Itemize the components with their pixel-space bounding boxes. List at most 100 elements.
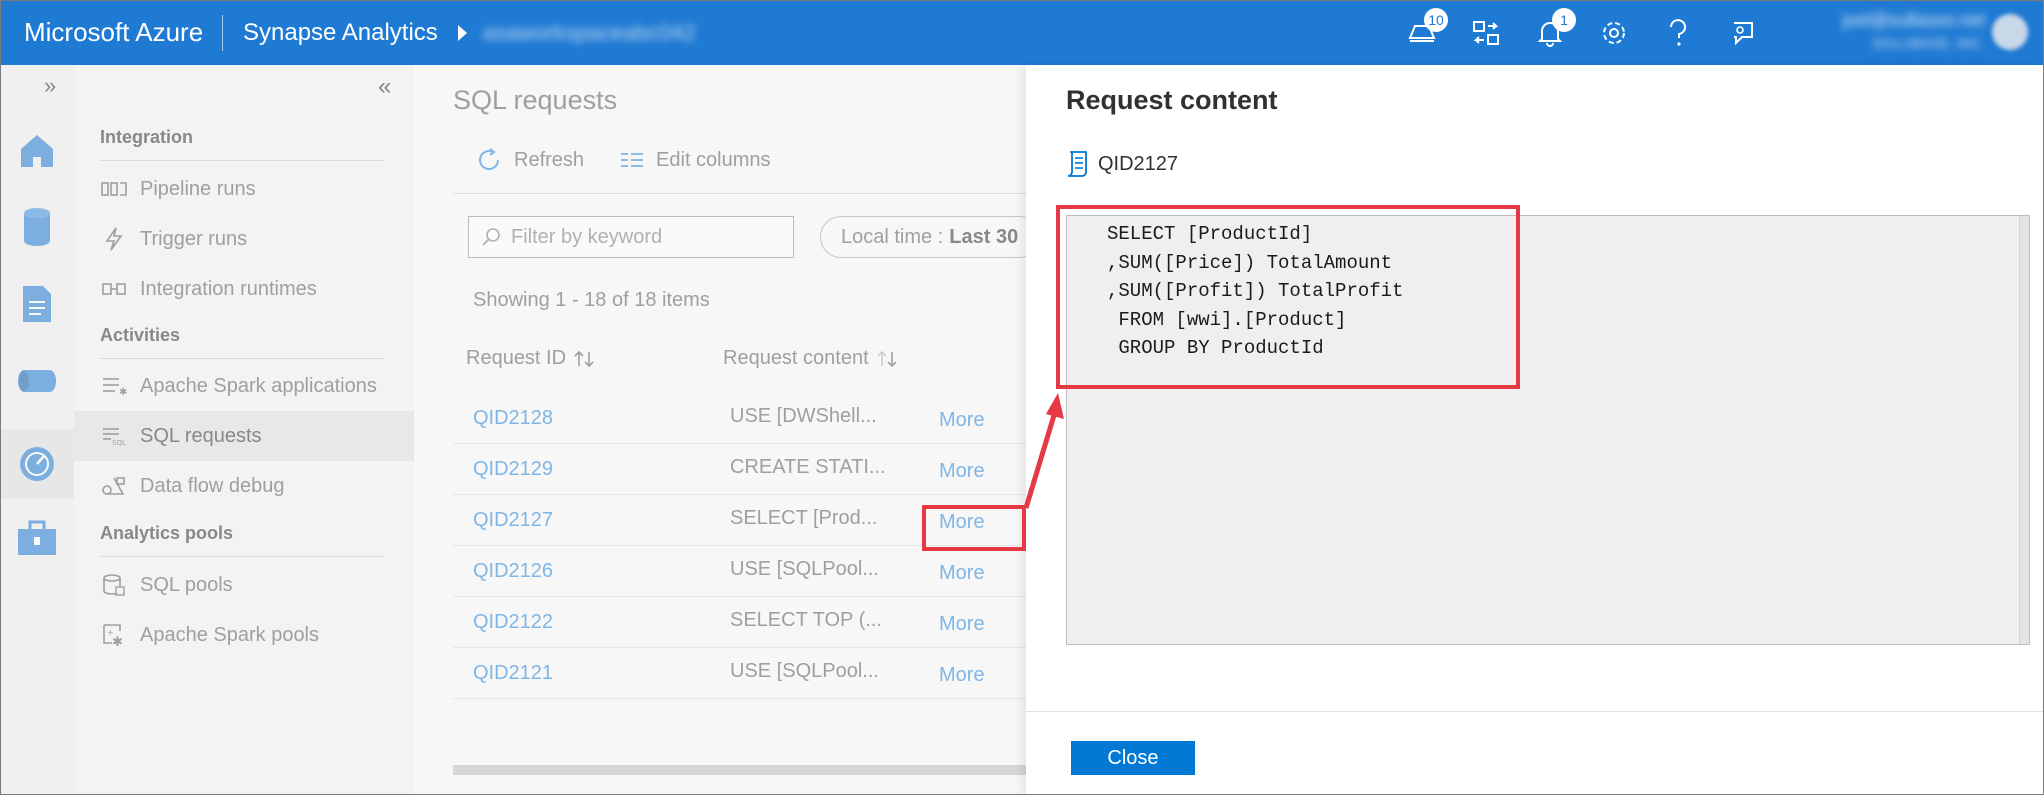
filter-input[interactable]: Filter by keyword xyxy=(468,216,794,258)
request-id-link[interactable]: QID2129 xyxy=(473,458,553,481)
request-content-cell: USE [SQLPool... xyxy=(730,558,879,580)
page-title: SQL requests xyxy=(453,85,618,115)
nav-item-trigger-runs[interactable]: Trigger runs xyxy=(74,214,414,264)
toolbar-divider xyxy=(453,193,1026,194)
nav-item-sql-requests[interactable]: SQL SQL requests xyxy=(74,411,414,461)
develop-icon[interactable] xyxy=(0,275,74,333)
integrate-icon[interactable] xyxy=(0,352,74,410)
top-bar: Microsoft Azure Synapse Analytics asawor… xyxy=(0,0,2044,65)
request-content-panel: Request content QID2127 SELECT [ProductI… xyxy=(1026,65,2044,795)
edit-columns-button[interactable]: Edit columns xyxy=(620,149,771,172)
footer-divider xyxy=(1026,711,2044,712)
brand-link[interactable]: Microsoft Azure xyxy=(0,17,222,48)
data-icon[interactable] xyxy=(0,198,74,256)
table-row[interactable]: QID2128 USE [DWShell... More xyxy=(453,393,1026,444)
close-button[interactable]: Close xyxy=(1071,741,1195,775)
user-email: joel@sullasoo.net xyxy=(1842,10,1985,30)
nav-section-integration: Integration xyxy=(100,127,193,147)
table-row[interactable]: QID2122 SELECT TOP (... More xyxy=(453,597,1026,648)
nav-item-label: Apache Spark applications xyxy=(140,374,377,397)
manage-icon[interactable] xyxy=(0,509,74,567)
request-id-link[interactable]: QID2122 xyxy=(473,611,553,634)
nav-item-label: Pipeline runs xyxy=(140,177,256,200)
horizontal-scrollbar[interactable] xyxy=(453,765,1026,775)
integration-runtimes-icon xyxy=(100,277,128,301)
request-content-cell: CREATE STATI... xyxy=(730,456,886,478)
top-bar-separator xyxy=(222,14,223,51)
user-account[interactable]: joel@sullasoo.net SOLLIBASE, INC. xyxy=(1795,10,1985,51)
more-link[interactable]: More xyxy=(939,409,985,432)
nav-item-label: Trigger runs xyxy=(140,227,248,250)
code-scrollbar[interactable] xyxy=(2019,216,2029,644)
request-id-link[interactable]: QID2121 xyxy=(473,662,553,685)
request-content-cell: USE [SQLPool... xyxy=(730,660,879,682)
avatar[interactable] xyxy=(1992,14,2028,50)
script-icon xyxy=(1067,151,1087,177)
monitor-nav: « Integration Pipeline runs Trigger runs… xyxy=(74,65,414,795)
spark-pools-icon: ✱ + xyxy=(100,623,128,647)
table-row[interactable]: QID2121 USE [SQLPool... More xyxy=(453,648,1026,699)
sort-icon xyxy=(877,350,897,367)
directory-switch-icon[interactable] xyxy=(1454,0,1518,65)
query-id: QID2127 xyxy=(1098,152,1179,175)
time-label: Local time : xyxy=(841,225,944,248)
table-row[interactable]: QID2129 CREATE STATI... More xyxy=(453,444,1026,495)
request-id-link[interactable]: QID2127 xyxy=(473,509,553,532)
nav-item-label: SQL pools xyxy=(140,573,233,596)
more-link[interactable]: More xyxy=(939,562,985,585)
request-content-cell: USE [DWShell... xyxy=(730,405,877,427)
column-header-request-content[interactable]: Request content xyxy=(723,347,899,370)
nav-item-integration-runtimes[interactable]: Integration runtimes xyxy=(74,264,414,314)
help-icon[interactable] xyxy=(1646,0,1710,65)
app-name[interactable]: Synapse Analytics xyxy=(243,19,438,47)
refresh-button[interactable]: Refresh xyxy=(476,147,584,173)
request-id-link[interactable]: QID2128 xyxy=(473,407,553,430)
more-link[interactable]: More xyxy=(939,664,985,687)
highlight-box-sql-code xyxy=(1056,205,1520,389)
table-row[interactable]: QID2126 USE [SQLPool... More xyxy=(453,546,1026,597)
request-content-cell: SELECT TOP (... xyxy=(730,609,882,631)
home-icon[interactable] xyxy=(0,121,74,179)
time-value: Last 30 xyxy=(949,225,1019,248)
nav-item-apache-spark-pools[interactable]: ✱ + Apache Spark pools xyxy=(74,610,414,660)
highlight-box-more-link xyxy=(922,505,1026,551)
monitor-icon[interactable] xyxy=(0,429,74,499)
alerts-badge: 1 xyxy=(1552,8,1576,32)
sql-pools-icon xyxy=(100,573,128,597)
nav-item-label: Apache Spark pools xyxy=(140,623,320,646)
svg-text:SQL: SQL xyxy=(112,439,126,446)
expand-rail-icon[interactable]: » xyxy=(44,73,56,99)
nav-item-apache-spark-applications[interactable]: ✱ Apache Spark applications xyxy=(74,361,414,411)
collapse-nav-icon[interactable]: « xyxy=(378,73,391,101)
nav-divider xyxy=(100,556,384,557)
nav-divider xyxy=(100,358,384,359)
query-id-line: QID2127 xyxy=(1066,150,1178,178)
settings-gear-icon[interactable] xyxy=(1582,0,1646,65)
feedback-icon[interactable] xyxy=(1710,0,1774,65)
nav-item-sql-pools[interactable]: SQL pools xyxy=(74,560,414,610)
nav-item-data-flow-debug[interactable]: Data flow debug xyxy=(74,461,414,511)
search-icon xyxy=(482,228,500,246)
pipeline-runs-icon xyxy=(100,177,128,201)
request-id-link[interactable]: QID2126 xyxy=(473,560,553,583)
user-org: SOLLIBASE, INC. xyxy=(1872,35,1985,51)
sort-icon xyxy=(574,350,594,367)
cloud-shell-icon[interactable]: 10 xyxy=(1390,0,1454,65)
bell-icon[interactable]: 1 xyxy=(1518,0,1582,65)
nav-divider xyxy=(100,160,384,161)
sql-requests-icon: SQL xyxy=(100,424,128,448)
refresh-icon xyxy=(479,148,499,170)
nav-item-label: Integration runtimes xyxy=(140,277,317,300)
column-header-request-id[interactable]: Request ID xyxy=(466,347,596,370)
nav-item-label: Data flow debug xyxy=(140,474,285,497)
nav-item-pipeline-runs[interactable]: Pipeline runs xyxy=(74,164,414,214)
more-link[interactable]: More xyxy=(939,460,985,483)
left-rail: » xyxy=(0,65,74,795)
time-range-filter[interactable]: Local time : Last 30 xyxy=(820,216,1040,258)
more-link[interactable]: More xyxy=(939,613,985,636)
request-content-cell: SELECT [Prod... xyxy=(730,507,878,529)
spark-applications-icon: ✱ xyxy=(100,374,128,398)
svg-text:+: + xyxy=(107,628,114,637)
workspace-name[interactable]: asaworkspaceabc042 xyxy=(483,20,696,46)
item-count: Showing 1 - 18 of 18 items xyxy=(473,289,710,311)
